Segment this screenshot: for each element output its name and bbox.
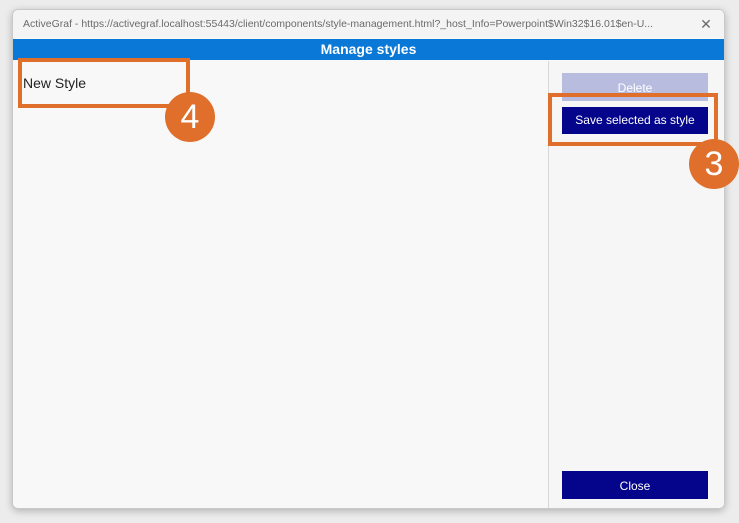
close-button[interactable]: Close — [562, 471, 708, 499]
annotation-badge: 3 — [689, 139, 739, 189]
annotation-highlight-style-item — [18, 58, 190, 108]
window-title: ActiveGraf - https://activegraf.localhos… — [23, 18, 654, 30]
style-list: New Style — [13, 61, 548, 508]
annotation-badge: 4 — [165, 92, 215, 142]
window-titlebar: ActiveGraf - https://activegraf.localhos… — [13, 10, 724, 38]
close-icon[interactable]: ✕ — [698, 16, 714, 32]
page-title: Manage styles — [13, 39, 724, 60]
annotation-highlight-save-button — [548, 93, 718, 146]
